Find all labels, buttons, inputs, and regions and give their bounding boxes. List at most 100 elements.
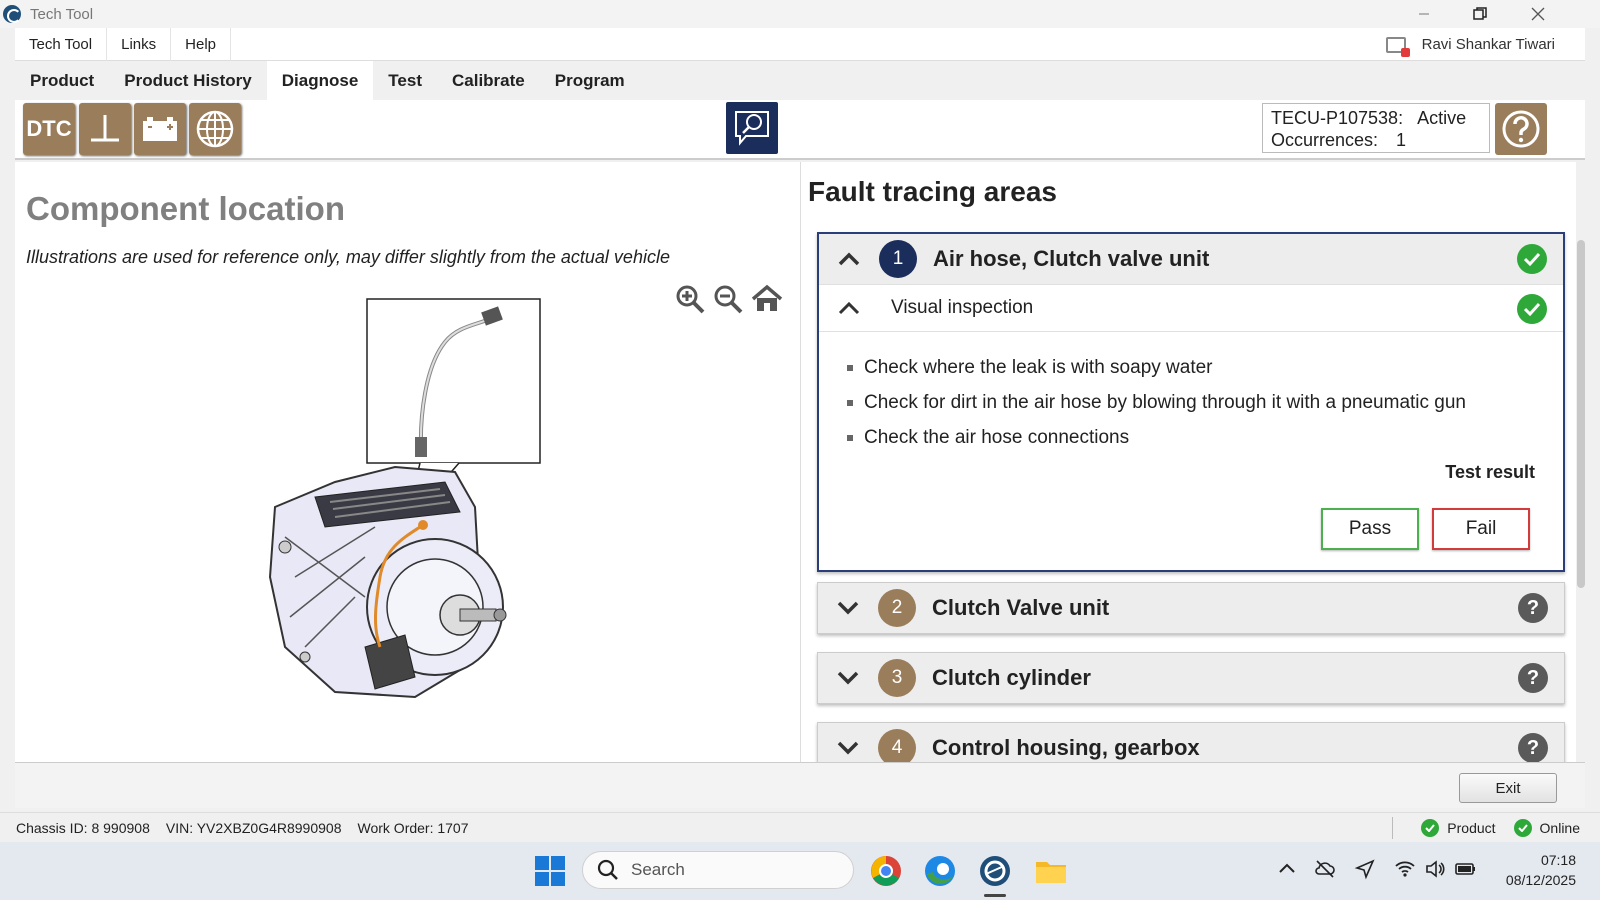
user-account[interactable]: Ravi Shankar Tiwari	[1385, 28, 1555, 61]
taskbar-search-placeholder: Search	[631, 860, 685, 879]
zoom-out-icon[interactable]	[713, 284, 743, 314]
taskbar-search[interactable]: Search	[582, 851, 854, 889]
vin: VIN: YV2XBZ0G4R8990908	[165, 819, 342, 836]
component-location-title: Component location	[26, 190, 345, 227]
file-explorer-icon[interactable]	[1034, 854, 1068, 888]
network-button[interactable]	[189, 103, 241, 155]
fault-area-label: Control housing, gearbox	[932, 735, 1200, 760]
pass-button[interactable]: Pass	[1321, 508, 1419, 550]
status-divider	[1392, 817, 1393, 839]
active-app-indicator	[984, 894, 1006, 897]
user-card-icon	[1385, 36, 1410, 57]
fault-area-3[interactable]: 3 Clutch cylinder ?	[817, 652, 1565, 704]
list-item: Check the air hose connections	[847, 420, 1563, 455]
fault-area-1-header[interactable]: 1 Air hose, Clutch valve unit	[819, 234, 1563, 284]
minimize-icon	[1419, 13, 1429, 15]
question-icon: ?	[1518, 733, 1548, 762]
menu-tech-tool[interactable]: Tech Tool	[15, 27, 108, 61]
help-icon	[1502, 110, 1540, 148]
product-ok-icon	[1421, 819, 1440, 837]
status-bar: Chassis ID: 8 990908 VIN: YV2XBZ0G4R8990…	[0, 812, 1600, 842]
online-status: Online	[1539, 820, 1580, 836]
battery-button[interactable]	[134, 103, 186, 155]
minimize-button[interactable]	[1396, 0, 1452, 28]
tab-product[interactable]: Product	[15, 61, 109, 100]
battery-icon	[143, 117, 177, 141]
restore-icon	[1473, 7, 1487, 20]
product-status: Product	[1447, 820, 1496, 836]
cloud-off-icon[interactable]	[1314, 858, 1336, 880]
gearbox-illustration	[268, 298, 541, 699]
close-button[interactable]	[1510, 0, 1566, 28]
tab-calibrate[interactable]: Calibrate	[437, 61, 540, 100]
chrome-icon[interactable]	[869, 854, 903, 888]
chevron-up-icon	[838, 301, 860, 315]
search-icon	[597, 859, 618, 880]
tab-program[interactable]: Program	[540, 61, 640, 100]
tab-test[interactable]: Test	[373, 61, 437, 100]
home-icon[interactable]	[751, 284, 783, 314]
fail-button[interactable]: Fail	[1432, 508, 1530, 550]
fault-area-label: Clutch Valve unit	[932, 595, 1110, 620]
fault-area-number: 3	[878, 659, 916, 697]
menu-help[interactable]: Help	[171, 27, 231, 61]
exit-button[interactable]: Exit	[1459, 773, 1557, 803]
fault-tracing-pane: Fault tracing areas 1 Air hose, Clutch v…	[801, 162, 1576, 762]
visual-inspection-header[interactable]: Visual inspection	[819, 284, 1563, 332]
illustration-disclaimer: Illustrations are used for reference onl…	[26, 247, 670, 267]
component-location-pane: Component location Illustrations are use…	[15, 162, 801, 762]
occurrences-label: Occurrences:	[1271, 130, 1379, 150]
menu-links[interactable]: Links	[107, 27, 172, 61]
check-passed-icon	[1517, 244, 1547, 274]
fault-area-number: 4	[878, 729, 916, 762]
zoom-tools	[675, 284, 783, 314]
chassis-id: Chassis ID: 8 990908	[16, 819, 150, 836]
fault-list-scrollbar[interactable]	[1577, 240, 1585, 588]
edge-icon[interactable]	[923, 854, 957, 888]
bottom-panel: Exit	[15, 762, 1585, 808]
chevron-down-icon	[837, 741, 859, 755]
restore-button[interactable]	[1452, 0, 1508, 28]
fault-area-2[interactable]: 2 Clutch Valve unit ?	[817, 582, 1565, 634]
tab-diagnose[interactable]: Diagnose	[266, 61, 374, 100]
question-icon: ?	[1518, 663, 1548, 693]
main-tabs: Product Product History Diagnose Test Ca…	[15, 61, 1585, 100]
online-ok-icon	[1513, 819, 1532, 837]
windows-start-icon[interactable]	[533, 854, 567, 888]
dtc-button-label: DTC	[26, 116, 72, 141]
close-icon	[1531, 7, 1545, 21]
visual-inspection-label: Visual inspection	[891, 297, 1034, 318]
test-result-label: Test result	[1445, 462, 1535, 482]
tab-product-history[interactable]: Product History	[109, 61, 267, 100]
system-clock[interactable]: 07:18 08/12/2025	[1506, 850, 1576, 890]
location-icon[interactable]	[1354, 858, 1376, 880]
tech-tool-logo-icon	[3, 5, 21, 23]
wifi-icon[interactable]	[1394, 858, 1416, 880]
chevron-up-icon	[838, 252, 860, 266]
chevron-down-icon	[837, 601, 859, 615]
dtc-button[interactable]: DTC	[23, 103, 75, 155]
dtc-status: Active	[1417, 108, 1467, 128]
fault-tracing-title: Fault tracing areas	[808, 176, 1057, 207]
fault-area-label: Clutch cylinder	[932, 665, 1091, 690]
battery-status-icon[interactable]	[1455, 858, 1477, 880]
fault-area-4[interactable]: 4 Control housing, gearbox ?	[817, 722, 1565, 762]
help-button[interactable]	[1495, 103, 1547, 155]
fault-tracing-button[interactable]	[726, 102, 778, 154]
inspection-steps: Check where the leak is with soapy water…	[819, 332, 1563, 455]
title-bar: Tech Tool	[0, 0, 1600, 28]
menu-bar: Tech Tool Links Help Ravi Shankar Tiwari	[15, 27, 1585, 61]
tech-tool-taskbar-icon[interactable]	[978, 854, 1012, 888]
zoom-in-icon[interactable]	[675, 284, 705, 314]
window-title: Tech Tool	[30, 5, 94, 23]
chevron-up-icon[interactable]	[1276, 858, 1298, 880]
diagnose-toolbar: DTC TECU-P107538: Active Occurrences: 1	[15, 100, 1585, 160]
globe-icon	[196, 110, 234, 148]
ground-icon	[91, 115, 119, 142]
question-icon: ?	[1518, 593, 1548, 623]
volume-icon[interactable]	[1424, 858, 1446, 880]
chevron-down-icon	[837, 671, 859, 685]
fault-area-number: 2	[878, 589, 916, 627]
clock-date: 08/12/2025	[1505, 872, 1576, 888]
ground-button[interactable]	[79, 103, 131, 155]
